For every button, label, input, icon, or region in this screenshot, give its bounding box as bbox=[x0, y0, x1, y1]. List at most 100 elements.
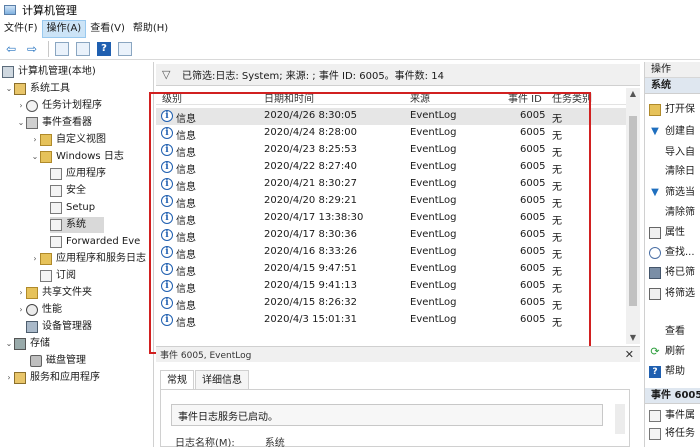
menu-help[interactable]: 帮助(H) bbox=[129, 20, 172, 38]
action-clear-filter[interactable]: 清除筛 bbox=[645, 205, 695, 221]
tree-item-shared-folders[interactable]: › 共享文件夹 bbox=[16, 285, 92, 301]
action-help[interactable]: ? 帮助 bbox=[645, 364, 685, 380]
action-save-filtered-log[interactable]: 将已筛 bbox=[645, 265, 695, 281]
column-level[interactable]: 级别 bbox=[162, 90, 182, 105]
table-row[interactable]: i 信息 2020/4/21 8:30:27 EventLog 6005 无 bbox=[156, 176, 626, 193]
action-clear-log[interactable]: 清除日 bbox=[645, 164, 695, 180]
chevron-down-icon[interactable]: ⌄ bbox=[30, 149, 40, 165]
info-icon: i bbox=[161, 280, 173, 292]
action-refresh[interactable]: ⟳ 刷新 bbox=[645, 344, 685, 360]
cell-datetime: 2020/4/23 8:25:53 bbox=[264, 144, 358, 155]
menu-view[interactable]: 查看(V) bbox=[86, 20, 129, 38]
action-event-properties[interactable]: 事件属 bbox=[645, 408, 695, 424]
find-icon bbox=[649, 247, 661, 259]
show-hide-tree-icon[interactable] bbox=[74, 40, 92, 58]
chevron-right-icon[interactable]: › bbox=[4, 370, 14, 386]
tree-item-device-manager[interactable]: 设备管理器 bbox=[26, 319, 92, 335]
forward-arrow-icon[interactable]: ⇨ bbox=[23, 40, 41, 58]
chevron-right-icon[interactable]: › bbox=[16, 98, 26, 114]
chevron-down-icon[interactable]: ⌄ bbox=[16, 115, 26, 131]
actions-section-system[interactable]: 系统 bbox=[645, 78, 700, 94]
cell-datetime: 2020/4/16 8:33:26 bbox=[264, 246, 358, 257]
cell-category: 无 bbox=[552, 267, 562, 278]
folder-icon bbox=[40, 151, 52, 163]
action-open-saved-log[interactable]: 打开保 bbox=[645, 102, 695, 118]
chevron-right-icon[interactable]: › bbox=[30, 132, 40, 148]
tab-general[interactable]: 常规 bbox=[160, 370, 194, 390]
tree-item-root[interactable]: 计算机管理(本地) bbox=[2, 64, 96, 80]
scroll-thumb[interactable] bbox=[629, 116, 637, 306]
chevron-down-icon[interactable]: ⌄ bbox=[4, 336, 14, 352]
table-row[interactable]: i 信息 2020/4/23 8:25:53 EventLog 6005 无 bbox=[156, 142, 626, 159]
cell-datetime: 2020/4/22 8:27:40 bbox=[264, 161, 358, 172]
table-row[interactable]: i 信息 2020/4/15 9:47:51 EventLog 6005 无 bbox=[156, 261, 626, 278]
table-row[interactable]: i 信息 2020/4/26 8:30:05 EventLog 6005 无 bbox=[156, 108, 626, 125]
action-filter-current-log[interactable]: ▼ 筛选当 bbox=[645, 185, 695, 201]
tree-item-subscriptions[interactable]: 订阅 bbox=[40, 268, 76, 284]
table-row[interactable]: i 信息 2020/4/17 8:30:36 EventLog 6005 无 bbox=[156, 227, 626, 244]
actions-section-event[interactable]: 事件 6005 bbox=[645, 388, 700, 404]
tree-item-system[interactable]: 系统 bbox=[50, 217, 104, 233]
detail-title: 事件 6005, EventLog bbox=[160, 351, 252, 361]
menu-file[interactable]: 文件(F) bbox=[0, 20, 42, 38]
grid-scrollbar[interactable]: ▲ ▼ bbox=[626, 88, 640, 344]
tree-item-windows-logs[interactable]: ⌄ Windows 日志 bbox=[30, 149, 124, 165]
action-find[interactable]: 查找... bbox=[645, 245, 695, 261]
menu-action[interactable]: 操作(A) bbox=[41, 20, 87, 38]
column-datetime[interactable]: 日期和时间 bbox=[264, 90, 314, 105]
description-scrollbar[interactable] bbox=[615, 404, 625, 434]
chevron-right-icon[interactable]: › bbox=[30, 251, 40, 267]
tree-item-security[interactable]: 安全 bbox=[50, 183, 86, 199]
action-import-custom-view[interactable]: 导入自 bbox=[645, 145, 695, 161]
navigation-tree: 计算机管理(本地) ⌄ 系统工具 › 任务计划程序 ⌄ 事件查看器 › 自定义视… bbox=[0, 62, 154, 447]
tree-item-storage[interactable]: ⌄ 存储 bbox=[4, 336, 50, 352]
tree-item-application[interactable]: 应用程序 bbox=[50, 166, 106, 182]
action-attach-task[interactable]: 将任务 bbox=[645, 426, 695, 442]
table-row[interactable]: i 信息 2020/4/16 8:33:26 EventLog 6005 无 bbox=[156, 244, 626, 261]
tree-item-apps-services-logs[interactable]: › 应用程序和服务日志 bbox=[30, 251, 146, 267]
chevron-down-icon[interactable]: ⌄ bbox=[4, 81, 14, 97]
table-row[interactable]: i 信息 2020/4/15 8:26:32 EventLog 6005 无 bbox=[156, 295, 626, 312]
table-row[interactable]: i 信息 2020/4/20 8:29:21 EventLog 6005 无 bbox=[156, 193, 626, 210]
tree-item-setup[interactable]: Setup bbox=[50, 200, 95, 216]
cell-source: EventLog bbox=[410, 110, 457, 121]
action-view[interactable]: 查看 bbox=[645, 324, 685, 340]
tree-item-custom-views[interactable]: › 自定义视图 bbox=[30, 132, 106, 148]
tree-item-services-apps[interactable]: › 服务和应用程序 bbox=[4, 370, 100, 386]
chevron-right-icon[interactable]: › bbox=[16, 302, 26, 318]
up-folder-icon[interactable] bbox=[53, 40, 71, 58]
filter-summary: 已筛选:日志: System; 来源: ; 事件 ID: 6005。事件数: 1… bbox=[182, 71, 444, 82]
help-icon[interactable]: ? bbox=[95, 40, 113, 58]
tree-item-system-tools[interactable]: ⌄ 系统工具 bbox=[4, 81, 70, 97]
cell-level: 信息 bbox=[176, 250, 196, 261]
table-row[interactable]: i 信息 2020/4/17 13:38:30 EventLog 6005 无 bbox=[156, 210, 626, 227]
cell-source: EventLog bbox=[410, 246, 457, 257]
close-icon[interactable]: ✕ bbox=[625, 348, 634, 361]
cell-category: 无 bbox=[552, 148, 562, 159]
action-save-filter[interactable]: 将筛选 bbox=[645, 286, 695, 302]
action-create-custom-view[interactable]: ▼ 创建自 bbox=[645, 124, 695, 140]
detail-body: 事件日志服务已启动。 日志名称(M): 系统 bbox=[160, 389, 630, 447]
table-row[interactable]: i 信息 2020/4/3 15:01:31 EventLog 6005 无 bbox=[156, 312, 626, 329]
tree-item-performance[interactable]: › 性能 bbox=[16, 302, 62, 318]
tab-details[interactable]: 详细信息 bbox=[195, 370, 249, 390]
scroll-down-icon[interactable]: ▼ bbox=[626, 332, 640, 344]
column-source[interactable]: 来源 bbox=[410, 90, 430, 105]
action-pane-icon[interactable] bbox=[116, 40, 134, 58]
tree-item-event-viewer[interactable]: ⌄ 事件查看器 bbox=[16, 115, 92, 131]
table-row[interactable]: i 信息 2020/4/22 8:27:40 EventLog 6005 无 bbox=[156, 159, 626, 176]
cell-source: EventLog bbox=[410, 161, 457, 172]
column-category[interactable]: 任务类别 bbox=[552, 90, 592, 105]
back-arrow-icon[interactable]: ⇦ bbox=[2, 40, 20, 58]
table-row[interactable]: i 信息 2020/4/15 9:41:13 EventLog 6005 无 bbox=[156, 278, 626, 295]
action-properties[interactable]: 属性 bbox=[645, 225, 685, 241]
cell-category: 无 bbox=[552, 233, 562, 244]
column-event-id[interactable]: 事件 ID bbox=[508, 90, 542, 105]
services-icon bbox=[14, 372, 26, 384]
chevron-right-icon[interactable]: › bbox=[16, 285, 26, 301]
table-row[interactable]: i 信息 2020/4/24 8:28:00 EventLog 6005 无 bbox=[156, 125, 626, 142]
scroll-up-icon[interactable]: ▲ bbox=[626, 88, 640, 100]
tree-item-task-scheduler[interactable]: › 任务计划程序 bbox=[16, 98, 102, 114]
tree-item-disk-management[interactable]: 磁盘管理 bbox=[30, 353, 86, 369]
tree-item-forwarded[interactable]: Forwarded Eve bbox=[50, 234, 140, 250]
